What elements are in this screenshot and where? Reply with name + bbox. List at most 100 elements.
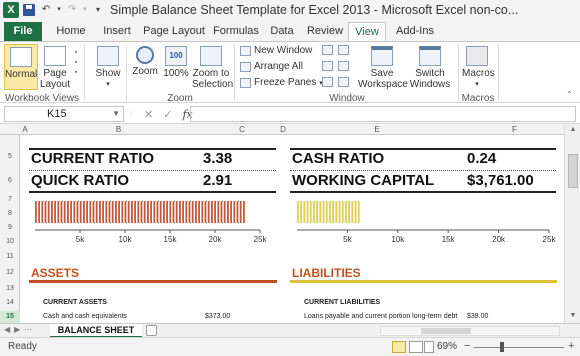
synchronous-scrolling-button[interactable] <box>338 61 349 71</box>
quick-ratio-value: 2.91 <box>203 172 233 189</box>
hide-button[interactable] <box>322 61 333 71</box>
macros-icon <box>466 46 488 66</box>
scroll-up-icon[interactable]: ▲ <box>565 126 580 133</box>
unhide-button[interactable] <box>322 77 333 87</box>
cancel-icon[interactable]: ✕ <box>144 108 153 121</box>
horizontal-scrollbar[interactable] <box>380 326 560 336</box>
split-button[interactable] <box>322 45 333 55</box>
switch-windows-button[interactable]: Switch Windows <box>408 44 452 90</box>
tab-view[interactable]: View <box>348 22 386 41</box>
row-header[interactable]: 14 <box>0 297 20 309</box>
zoom-level[interactable]: 69% <box>437 341 457 352</box>
row-header[interactable]: 7 <box>0 194 20 206</box>
page-break-preview-icon[interactable] <box>424 341 434 353</box>
row-header[interactable]: 5 <box>0 150 20 164</box>
column-header-b[interactable]: B <box>30 124 207 135</box>
cash-chart[interactable]: 5k 10k 15k 20k 25k <box>295 197 557 245</box>
column-header-d[interactable]: D <box>277 124 289 135</box>
ratio-divider <box>290 170 556 171</box>
enter-icon[interactable]: ✓ <box>163 108 172 121</box>
undo-dropdown-icon[interactable]: ▾ <box>56 3 62 17</box>
formula-input[interactable] <box>190 106 576 122</box>
row-header[interactable]: 8 <box>0 208 20 220</box>
show-button[interactable]: Show ▾ <box>92 44 124 90</box>
split-icon <box>322 45 333 55</box>
working-capital-value: $3,761.00 <box>467 172 534 189</box>
customize-toolbar-icon[interactable]: ▾ <box>91 3 105 17</box>
zoom-100-button[interactable]: 100 100% <box>162 44 190 90</box>
view-side-by-side-button[interactable] <box>338 45 349 55</box>
column-headers: A B C D E F <box>0 124 580 135</box>
freeze-panes-icon <box>240 77 251 88</box>
arrange-all-button[interactable]: Arrange All <box>240 61 303 72</box>
redo-dropdown-icon[interactable]: ▾ <box>82 3 88 17</box>
new-window-button[interactable]: New Window <box>240 45 312 56</box>
name-box-dropdown-icon[interactable]: ▼ <box>112 107 120 121</box>
worksheet-grid[interactable]: CURRENT RATIO 3.38 QUICK RATIO 2.91 CASH… <box>21 135 563 323</box>
scroll-down-icon[interactable]: ▼ <box>565 312 580 319</box>
save-icon[interactable] <box>22 3 36 17</box>
x-tick-label: 5k <box>343 235 352 244</box>
tab-home[interactable]: Home <box>50 22 92 41</box>
more-views-button[interactable]: ▪ ▪ ▪ <box>72 44 80 90</box>
zoom-button[interactable]: Zoom <box>130 44 160 90</box>
tab-review[interactable]: Review <box>304 22 346 41</box>
zoom-out-icon[interactable]: − <box>464 340 470 352</box>
page-layout-view-button[interactable]: Page Layout <box>40 44 70 90</box>
row-header-active[interactable]: 15 <box>0 311 20 323</box>
zoom-to-selection-button[interactable]: Zoom to Selection <box>192 44 234 90</box>
sheet-tab-balance-sheet[interactable]: BALANCE SHEET <box>50 324 142 338</box>
column-header-a[interactable]: A <box>20 124 30 135</box>
tab-add-ins[interactable]: Add-Ins <box>392 22 438 41</box>
tab-data[interactable]: Data <box>266 22 298 41</box>
macros-button[interactable]: Macros ▾ <box>462 44 495 90</box>
assets-liabilities-chart[interactable]: 5k 10k 15k 20k 25k <box>33 197 268 245</box>
zoom-slider[interactable] <box>474 347 564 348</box>
normal-view-button[interactable]: Normal <box>4 44 38 90</box>
zoom-in-icon[interactable]: + <box>568 340 574 352</box>
group-zoom: Zoom <box>167 93 193 104</box>
vertical-scrollbar[interactable]: ▲ ▼ <box>564 124 580 323</box>
tab-insert[interactable]: Insert <box>96 22 138 41</box>
row-header[interactable]: 12 <box>0 266 20 279</box>
horizontal-scroll-thumb[interactable] <box>421 328 471 334</box>
collapse-ribbon-icon[interactable]: ⌃ <box>566 90 573 99</box>
column-header-c[interactable]: C <box>207 124 277 135</box>
page-layout-status-icon[interactable] <box>409 341 423 353</box>
sheet-nav-arrows-icon[interactable]: ◀▶⋯ <box>4 325 36 334</box>
row-header[interactable]: 11 <box>0 251 20 263</box>
name-box[interactable]: K15 ▼ <box>4 106 124 122</box>
reset-window-position-button[interactable] <box>338 77 349 87</box>
save-workspace-button[interactable]: Save Workspace <box>358 44 408 90</box>
tab-formulas[interactable]: Formulas <box>210 22 262 41</box>
row-header[interactable]: 9 <box>0 222 20 234</box>
tab-file[interactable]: File <box>4 22 42 41</box>
assets-underline <box>29 280 277 283</box>
group-window: Window <box>329 93 365 104</box>
save-workspace-label: Save Workspace <box>358 68 408 90</box>
normal-view-label: Normal <box>5 69 38 80</box>
undo-icon[interactable]: ↶ <box>39 3 53 17</box>
row-header[interactable]: 10 <box>0 236 20 248</box>
excel-icon[interactable]: X <box>3 2 19 18</box>
new-sheet-icon[interactable] <box>146 325 157 336</box>
zoom-to-selection-label: Zoom to Selection <box>192 68 234 90</box>
freeze-panes-label: Freeze Panes <box>254 77 317 88</box>
normal-view-status-icon[interactable] <box>392 341 406 353</box>
ribbon-separator <box>458 45 459 101</box>
magnifier-icon <box>136 46 154 64</box>
ratio-bottom-border <box>290 191 556 193</box>
zoom-slider-knob[interactable] <box>500 342 504 352</box>
column-header-f[interactable]: F <box>465 124 564 135</box>
ratio-top-border <box>290 148 556 150</box>
vertical-scroll-thumb[interactable] <box>568 154 578 188</box>
cash-equivalents-value: $373.00 <box>205 313 231 320</box>
loans-payable-label: Loans payable and current portion long-t… <box>304 313 458 320</box>
tab-page-layout[interactable]: Page Layout <box>142 22 206 41</box>
row-header[interactable]: 6 <box>0 174 20 188</box>
column-header-e[interactable]: E <box>289 124 465 135</box>
redo-icon[interactable]: ↷ <box>65 3 79 17</box>
row-header[interactable]: 13 <box>0 283 20 295</box>
ribbon-separator <box>234 45 235 101</box>
freeze-panes-button[interactable]: Freeze Panes ▾ <box>240 77 323 88</box>
